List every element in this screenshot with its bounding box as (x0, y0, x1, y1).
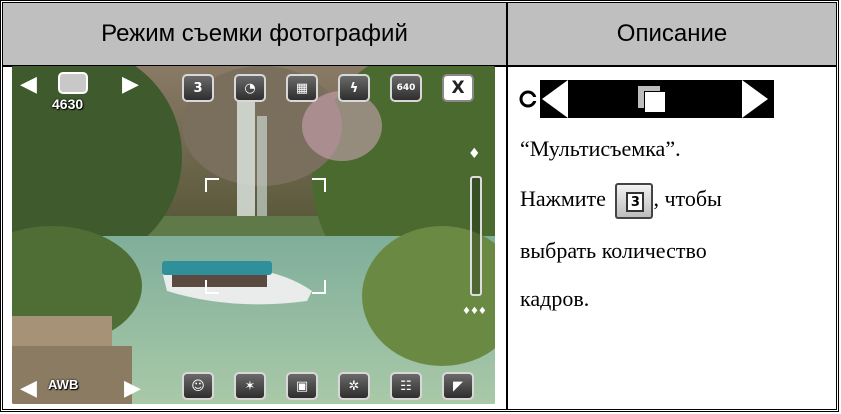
zoom-in-icon[interactable]: ♦ (468, 146, 481, 162)
burst-count-button-icon: 3 (615, 183, 654, 219)
focus-corner-tr (312, 178, 326, 192)
next-wb-arrow-icon[interactable]: ▶ (124, 378, 141, 400)
instruction-line-3: выбрать количество (520, 238, 707, 263)
shots-remaining: 4630 (52, 96, 84, 112)
instruction-suffix: , чтобы (653, 186, 722, 212)
collapse-icon[interactable]: ◤ (442, 372, 474, 400)
date-stamp-icon[interactable]: ▦ (286, 74, 318, 102)
prev-mode-icon[interactable] (542, 80, 568, 118)
close-label: X (451, 78, 465, 98)
zoom-out-icon[interactable]: ♦♦♦ (462, 306, 487, 317)
settings-icon[interactable]: ✲ (338, 372, 370, 400)
focus-corner-bl (205, 280, 219, 294)
resolution-label: 640 (396, 83, 416, 93)
multishot-mode-icon (58, 72, 88, 94)
header-photo-mode: Режим съемки фотографий (3, 3, 508, 65)
grid-icon[interactable]: ☷ (390, 372, 422, 400)
burst-count-button-label: 3 (626, 192, 645, 212)
instruction-line-4: кадров. (520, 286, 590, 311)
prev-mode-arrow-icon[interactable]: ◀ (20, 74, 37, 96)
instruction-line: Нажмите 3 , чтобы (520, 183, 722, 219)
multishot-icon-front (644, 91, 666, 113)
mode-name: “Мультисъемка”. (520, 136, 681, 161)
focus-corner-br (312, 280, 326, 294)
scene-photo (12, 66, 495, 404)
column-divider (506, 65, 508, 409)
instruction-prefix: Нажмите (520, 186, 606, 212)
resolution-icon[interactable]: 640 (390, 74, 422, 102)
face-detect-icon[interactable]: ☺ (182, 372, 214, 400)
pointer-icon (519, 90, 537, 108)
camera-preview: ◀ ▶ 4630 3 ◔ ▦ ϟ 640 X ♦ ♦♦♦ ◀ AWB ▶ ☺ ✶… (12, 66, 495, 404)
prev-wb-arrow-icon[interactable]: ◀ (20, 378, 37, 400)
zoom-slider[interactable] (470, 176, 482, 296)
effects-icon[interactable]: ✶ (234, 372, 266, 400)
burst-count-icon[interactable]: 3 (182, 74, 214, 102)
mode-selector-bar[interactable] (540, 80, 774, 118)
next-mode-arrow-icon[interactable]: ▶ (122, 74, 139, 96)
header-description: Описание (508, 3, 836, 65)
focus-corner-tl (205, 178, 219, 192)
burst-count-label: 3 (193, 80, 203, 96)
close-icon[interactable]: X (442, 74, 474, 102)
flash-off-icon[interactable]: ϟ (338, 74, 370, 102)
self-timer-icon[interactable]: ◔ (234, 74, 266, 102)
capture-mode-icon[interactable]: ▣ (286, 372, 318, 400)
white-balance-label: AWB (48, 377, 79, 392)
next-mode-icon[interactable] (742, 80, 768, 118)
